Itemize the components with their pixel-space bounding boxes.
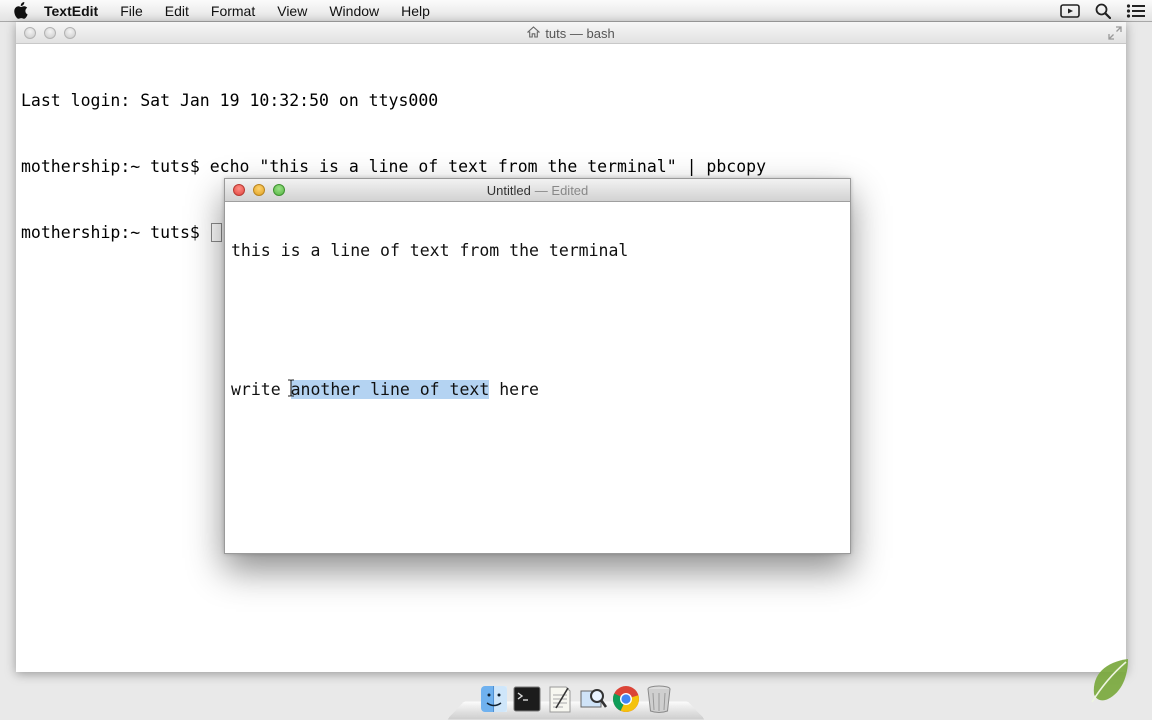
menu-file[interactable]: File <box>109 0 154 22</box>
textedit-app-icon[interactable] <box>545 684 575 714</box>
document-text-area[interactable]: this is a line of text from the terminal… <box>225 202 850 438</box>
text-before-selection: write <box>231 380 291 399</box>
terminal-line: Last login: Sat Jan 19 10:32:50 on ttys0… <box>21 91 439 110</box>
edited-indicator[interactable]: — Edited <box>535 183 588 198</box>
terminal-app-icon[interactable] <box>512 684 542 714</box>
text-after-selection: here <box>489 380 539 399</box>
terminal-prompt: mothership:~ tuts$ <box>21 223 210 242</box>
trash-icon[interactable] <box>644 684 674 714</box>
fullscreen-icon[interactable] <box>1108 26 1122 40</box>
preview-app-icon[interactable] <box>578 684 608 714</box>
chrome-icon[interactable] <box>611 684 641 714</box>
finder-icon[interactable] <box>479 684 509 714</box>
terminal-titlebar[interactable]: tuts — bash <box>16 22 1126 44</box>
menu-edit[interactable]: Edit <box>154 0 200 22</box>
terminal-line: mothership:~ tuts$ echo "this is a line … <box>21 157 767 176</box>
notification-center-icon[interactable] <box>1119 0 1152 22</box>
terminal-cursor <box>210 223 222 242</box>
menu-help[interactable]: Help <box>390 0 441 22</box>
textedit-titlebar[interactable]: Untitled — Edited <box>225 179 850 202</box>
menu-view[interactable]: View <box>266 0 318 22</box>
terminal-title: tuts — bash <box>545 25 615 41</box>
tuts-leaf-logo-icon <box>1088 656 1132 704</box>
apple-menu-icon[interactable] <box>0 0 40 22</box>
video-camera-icon[interactable] <box>1053 0 1086 22</box>
selected-text[interactable]: another line of text <box>290 380 490 399</box>
menu-window[interactable]: Window <box>318 0 390 22</box>
document-line: this is a line of text from the terminal <box>231 241 629 260</box>
spotlight-search-icon[interactable] <box>1086 0 1119 22</box>
dock <box>446 679 706 720</box>
home-folder-icon <box>526 25 541 41</box>
menu-format[interactable]: Format <box>200 0 266 22</box>
menu-app-textedit[interactable]: TextEdit <box>40 0 109 22</box>
document-line: write another line of text here <box>231 379 850 400</box>
document-title: Untitled <box>486 183 531 198</box>
menu-bar: TextEdit File Edit Format View Window He… <box>0 0 1152 22</box>
textedit-window[interactable]: Untitled — Edited this is a line of text… <box>224 178 851 554</box>
document-blank-line <box>231 299 850 341</box>
